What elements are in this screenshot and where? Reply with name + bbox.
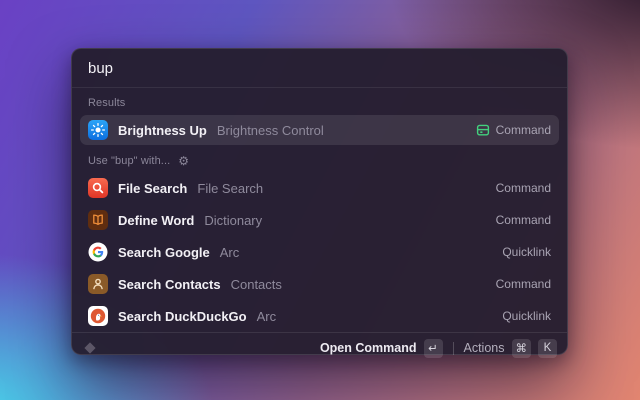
list-item-brightness-up[interactable]: Brightness Up Brightness Control Command xyxy=(80,115,559,145)
k-key-badge: K xyxy=(538,339,557,358)
open-command-button[interactable]: Open Command xyxy=(320,341,417,355)
list-item-define-word[interactable]: Define Word Dictionary Command xyxy=(80,205,559,235)
search-input[interactable] xyxy=(88,60,551,77)
google-icon xyxy=(88,242,108,262)
footer-bar: Open Command ↵ Actions ⌘ K xyxy=(72,332,567,363)
list-item-search-contacts[interactable]: Search Contacts Contacts Command xyxy=(80,269,559,299)
item-type-label: Command xyxy=(496,181,551,195)
results-section-title: Results xyxy=(88,97,125,109)
contacts-icon xyxy=(88,274,108,294)
use-with-section-title: Use "bup" with... xyxy=(88,155,170,167)
raycast-window: Results Brightness Up Brightness Control xyxy=(71,48,568,355)
item-subtitle: Arc xyxy=(220,245,240,260)
item-accessory: Command xyxy=(476,123,551,137)
display-icon xyxy=(476,123,490,137)
item-title: Define Word xyxy=(118,213,194,228)
item-type-label: Quicklink xyxy=(502,309,551,323)
item-type-label: Command xyxy=(496,213,551,227)
cmd-key-badge: ⌘ xyxy=(512,339,532,358)
return-key-badge: ↵ xyxy=(424,339,443,358)
item-subtitle: Dictionary xyxy=(204,213,262,228)
results-section-header: Results xyxy=(72,88,567,114)
brightness-up-icon xyxy=(88,120,108,140)
item-title: Search Contacts xyxy=(118,277,221,292)
duckduckgo-icon xyxy=(88,306,108,326)
item-title: File Search xyxy=(118,181,187,196)
item-subtitle: File Search xyxy=(197,181,263,196)
footer-divider xyxy=(453,342,454,355)
item-subtitle: Arc xyxy=(257,309,277,324)
use-with-section-header: Use "bup" with... ⚙ xyxy=(72,146,567,172)
list-item-search-google[interactable]: Search Google Arc Quicklink xyxy=(80,237,559,267)
item-subtitle: Contacts xyxy=(231,277,282,292)
search-bar xyxy=(72,49,567,88)
list-item-file-search[interactable]: File Search File Search Command xyxy=(80,173,559,203)
item-title: Brightness Up xyxy=(118,123,207,138)
item-type-label: Command xyxy=(496,123,551,137)
gear-icon[interactable]: ⚙ xyxy=(178,155,189,167)
list-item-search-duckduckgo[interactable]: Search DuckDuckGo Arc Quicklink xyxy=(80,301,559,331)
item-title: Search DuckDuckGo xyxy=(118,309,247,324)
file-search-icon xyxy=(88,178,108,198)
item-type-label: Command xyxy=(496,277,551,291)
item-title: Search Google xyxy=(118,245,210,260)
raycast-logo-icon xyxy=(82,340,98,356)
actions-button[interactable]: Actions xyxy=(464,341,505,355)
item-type-label: Quicklink xyxy=(502,245,551,259)
item-subtitle: Brightness Control xyxy=(217,123,324,138)
dictionary-icon xyxy=(88,210,108,230)
